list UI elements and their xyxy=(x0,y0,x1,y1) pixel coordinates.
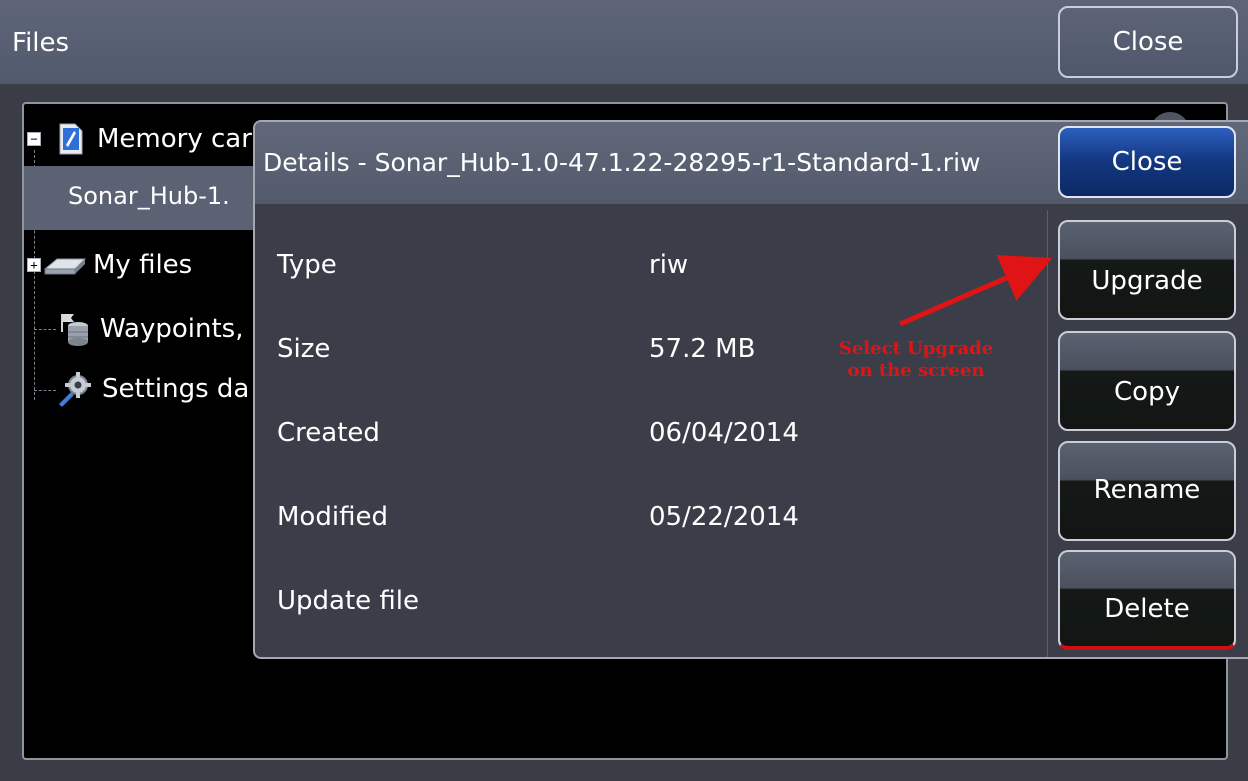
annotation-arrow-icon xyxy=(899,254,1053,327)
annotation-text: Select Upgrade on the screen xyxy=(828,338,1004,382)
annotation-line-1: Select Upgrade xyxy=(838,338,994,359)
annotation-line-2: on the screen xyxy=(847,360,985,381)
